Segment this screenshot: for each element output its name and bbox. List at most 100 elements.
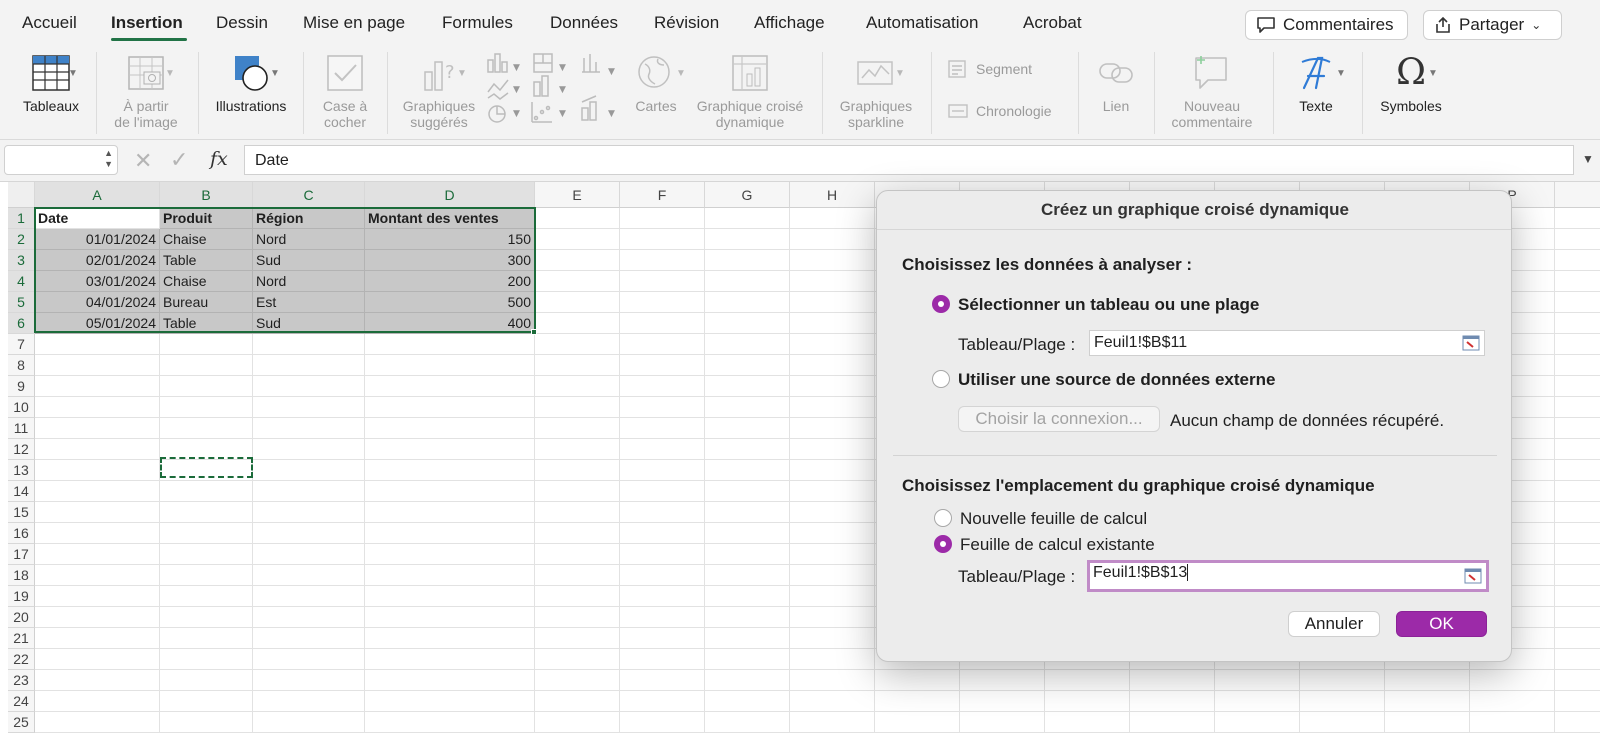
comments-button[interactable]: Commentaires: [1245, 10, 1408, 40]
illustrations-button[interactable]: Illustrations: [208, 54, 294, 114]
share-button[interactable]: Partager ⌄: [1423, 10, 1562, 40]
expand-formula-icon[interactable]: ▼: [1582, 152, 1594, 166]
tab-revision[interactable]: Révision: [654, 13, 719, 33]
empty-cell[interactable]: [160, 691, 253, 712]
empty-cell[interactable]: [35, 460, 160, 481]
empty-cell[interactable]: [253, 355, 365, 376]
row-header-22[interactable]: 22: [8, 649, 35, 670]
empty-cell[interactable]: [160, 355, 253, 376]
empty-cell[interactable]: [253, 460, 365, 481]
row-header-19[interactable]: 19: [8, 586, 35, 607]
tableaux-button[interactable]: Tableaux: [18, 54, 84, 114]
radio-external-source-label[interactable]: Utiliser une source de données externe: [958, 370, 1275, 390]
sparkline-button[interactable]: Graphiques sparkline: [832, 54, 920, 130]
row-header-21[interactable]: 21: [8, 628, 35, 649]
empty-cell[interactable]: [253, 397, 365, 418]
new-comment-button[interactable]: Nouveau commentaire: [1164, 54, 1260, 130]
row-header-9[interactable]: 9: [8, 376, 35, 397]
column-header-d[interactable]: D: [365, 182, 535, 208]
empty-cell[interactable]: [160, 628, 253, 649]
empty-cell[interactable]: [253, 670, 365, 691]
empty-cell[interactable]: [253, 628, 365, 649]
empty-cell[interactable]: [35, 628, 160, 649]
empty-cell[interactable]: [253, 544, 365, 565]
text-button[interactable]: Texte: [1286, 54, 1346, 114]
row-header-11[interactable]: 11: [8, 418, 35, 439]
confirm-formula-icon[interactable]: ✓: [170, 147, 188, 173]
chart-types-icon-group[interactable]: ▼ ▼ ▼ ▼ ▼ ▼ ▼ ▼: [486, 52, 626, 132]
stepper-icon[interactable]: ▲ ▼: [104, 148, 113, 170]
symbols-button[interactable]: Ω Symboles: [1376, 54, 1446, 115]
row-header-20[interactable]: 20: [8, 607, 35, 628]
row-header-16[interactable]: 16: [8, 523, 35, 544]
empty-cells[interactable]: [535, 670, 1600, 691]
empty-cell[interactable]: [253, 586, 365, 607]
empty-cell[interactable]: [365, 418, 535, 439]
empty-cell[interactable]: [253, 712, 365, 733]
row-header-4[interactable]: 4: [8, 271, 35, 292]
column-header-g[interactable]: G: [705, 182, 790, 208]
tab-formules[interactable]: Formules: [442, 13, 513, 33]
tab-acrobat[interactable]: Acrobat: [1023, 13, 1082, 33]
empty-cell[interactable]: [365, 460, 535, 481]
empty-cell[interactable]: [160, 376, 253, 397]
select-all-corner[interactable]: [8, 182, 35, 208]
empty-cell[interactable]: [253, 334, 365, 355]
chevron-down-icon[interactable]: ▼: [68, 68, 78, 79]
from-image-button[interactable]: À partir de l'image: [104, 54, 188, 130]
empty-cell[interactable]: [160, 544, 253, 565]
empty-cell[interactable]: [365, 628, 535, 649]
tab-automatisation[interactable]: Automatisation: [866, 13, 978, 33]
empty-cell[interactable]: [253, 607, 365, 628]
empty-cell[interactable]: [365, 376, 535, 397]
slicer-button[interactable]: Segment: [948, 60, 1032, 78]
empty-cell[interactable]: [35, 544, 160, 565]
column-header-a[interactable]: A: [35, 182, 160, 208]
empty-cell[interactable]: [365, 502, 535, 523]
empty-cell[interactable]: [160, 334, 253, 355]
empty-cell[interactable]: [365, 565, 535, 586]
suggested-charts-button[interactable]: ? Graphiques suggérés: [396, 54, 482, 130]
column-header-h[interactable]: H: [790, 182, 875, 208]
function-icon[interactable]: fx: [210, 148, 228, 170]
row-header-18[interactable]: 18: [8, 565, 35, 586]
empty-cell[interactable]: [35, 355, 160, 376]
column-header-f[interactable]: F: [620, 182, 705, 208]
empty-cell[interactable]: [365, 523, 535, 544]
empty-cell[interactable]: [365, 607, 535, 628]
pivot-chart-button[interactable]: Graphique croisé dynamique: [692, 54, 808, 130]
empty-cell[interactable]: [160, 586, 253, 607]
column-header-b[interactable]: B: [160, 182, 253, 208]
empty-cell[interactable]: [253, 523, 365, 544]
empty-cell[interactable]: [365, 712, 535, 733]
empty-cell[interactable]: [35, 712, 160, 733]
row-header-24[interactable]: 24: [8, 691, 35, 712]
link-button[interactable]: Lien: [1090, 54, 1142, 114]
empty-cell[interactable]: [253, 649, 365, 670]
row-header-2[interactable]: 2: [8, 229, 35, 250]
radio-existing-sheet[interactable]: [934, 535, 952, 553]
maps-button[interactable]: Cartes: [630, 54, 682, 114]
column-header-c[interactable]: C: [253, 182, 365, 208]
empty-cell[interactable]: [35, 418, 160, 439]
empty-cell[interactable]: [160, 397, 253, 418]
empty-cell[interactable]: [365, 397, 535, 418]
row-header-6[interactable]: 6: [8, 313, 35, 334]
empty-cell[interactable]: [160, 649, 253, 670]
ok-button[interactable]: OK: [1396, 611, 1487, 637]
empty-cell[interactable]: [35, 691, 160, 712]
empty-cell[interactable]: [365, 649, 535, 670]
radio-external-source[interactable]: [932, 370, 950, 388]
empty-cell[interactable]: [35, 481, 160, 502]
column-header-e[interactable]: E: [535, 182, 620, 208]
cancel-formula-icon[interactable]: ✕: [134, 148, 152, 174]
row-header-13[interactable]: 13: [8, 460, 35, 481]
choose-connection-button[interactable]: Choisir la connexion...: [958, 406, 1160, 432]
collapse-range-icon[interactable]: [1462, 335, 1480, 351]
radio-new-sheet-label[interactable]: Nouvelle feuille de calcul: [960, 509, 1147, 529]
formula-input[interactable]: Date: [244, 145, 1574, 175]
chevron-down-icon[interactable]: ▼: [1336, 68, 1346, 79]
empty-cell[interactable]: [253, 439, 365, 460]
column-header-q[interactable]: [1555, 182, 1600, 208]
empty-cell[interactable]: [253, 376, 365, 397]
